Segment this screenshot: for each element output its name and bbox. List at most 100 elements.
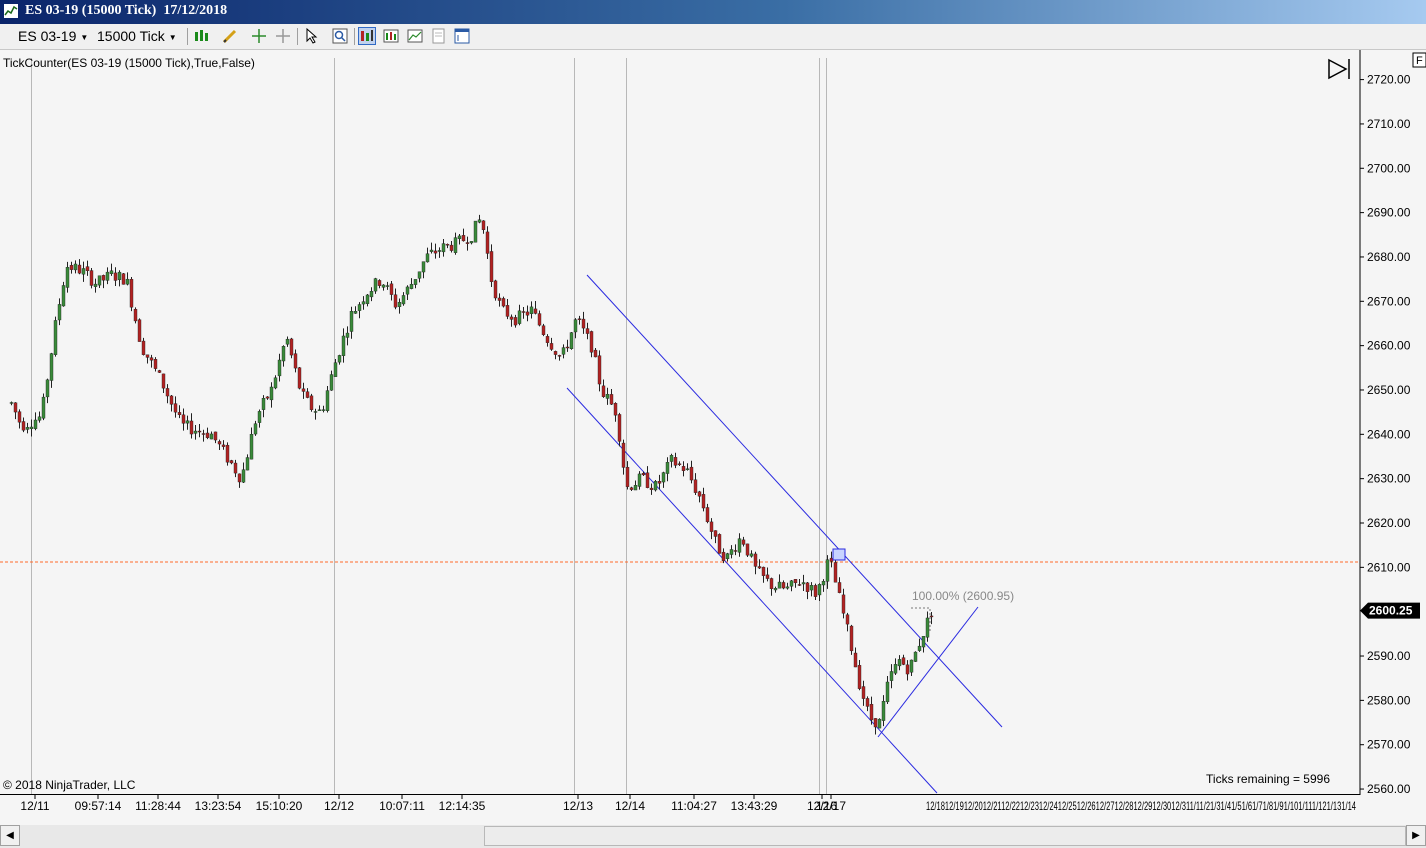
down-candle [533, 308, 538, 314]
chart-area[interactable]: 2720.00 2710.00 2700.00 2690.00 2680.00 2670.… [0, 50, 1426, 825]
indicator-label: TickCounter(ES 03-19 (15000 Tick),True,F… [3, 56, 255, 70]
up-candle [61, 285, 66, 307]
down-candle [293, 353, 298, 369]
down-candle [861, 686, 866, 699]
pointer-icon[interactable] [303, 27, 321, 45]
price-chart[interactable]: 2720.00 2710.00 2700.00 2690.00 2680.00 2670.… [0, 50, 1426, 825]
up-candle [369, 291, 374, 298]
down-candle [201, 433, 206, 435]
up-candle [441, 243, 446, 253]
down-candle [865, 698, 870, 707]
x-axis-future-labels: 12/1812/1912/2012/2112/2212/2312/2412/25… [926, 799, 1356, 813]
up-candle [65, 267, 70, 288]
interval-selector[interactable]: 15000 Tick ▼ [97, 28, 177, 45]
down-candle [465, 242, 470, 244]
down-candle [689, 466, 694, 481]
x-axis-label: 13:23:54 [195, 799, 242, 813]
down-candle [297, 367, 302, 389]
x-axis-label: 09:57:14 [75, 799, 122, 813]
down-candle [149, 357, 154, 361]
down-candle [797, 584, 802, 586]
scroll-left-button[interactable]: ◀ [0, 825, 20, 846]
templates-icon[interactable] [430, 27, 448, 45]
up-candle [725, 553, 730, 560]
up-candle [605, 394, 610, 399]
down-candle [793, 579, 798, 584]
up-candle [437, 250, 442, 252]
up-candle [73, 263, 78, 271]
up-candle [885, 681, 890, 703]
y-tick-label: 2560.00 [1367, 782, 1411, 796]
up-candle [405, 286, 410, 295]
up-candle [37, 416, 42, 421]
up-candle [429, 249, 434, 252]
down-candle [629, 487, 634, 490]
down-candle [501, 298, 506, 307]
up-candle [661, 472, 666, 483]
down-candle [781, 582, 786, 589]
toolbar-separator [187, 28, 188, 45]
down-candle [553, 351, 558, 355]
global-crosshair-icon[interactable] [274, 27, 292, 45]
crosshair-icon[interactable] [250, 27, 268, 45]
down-candle [229, 460, 234, 464]
down-candle [265, 396, 270, 399]
up-candle [397, 302, 402, 307]
up-candle [105, 271, 110, 281]
down-candle [101, 275, 106, 281]
down-candle [537, 313, 542, 326]
up-candle [285, 338, 290, 345]
x-axis-label: 12/14 [615, 799, 645, 813]
up-candle [665, 462, 670, 474]
horizontal-scrollbar[interactable]: ◀ ▶ [0, 825, 1426, 848]
strategy-icon[interactable] [358, 27, 376, 45]
bar-style-icon[interactable] [193, 27, 211, 45]
channel-anchor-handle[interactable] [832, 548, 846, 561]
down-candle [169, 395, 174, 405]
up-candle [921, 636, 926, 648]
down-candle [309, 395, 314, 410]
toolbar-separator [354, 28, 355, 45]
down-candle [237, 473, 242, 483]
down-candle [445, 244, 450, 246]
chart-properties-icon[interactable] [406, 27, 424, 45]
up-candle [45, 379, 50, 398]
down-candle [485, 231, 490, 254]
up-candle [669, 455, 674, 462]
up-candle [41, 396, 46, 419]
up-candle [381, 284, 386, 288]
up-candle [25, 427, 30, 430]
down-candle [141, 340, 146, 355]
instrument-selector[interactable]: ES 03-19 ▼ [18, 28, 88, 45]
down-candle [657, 481, 662, 484]
up-candle [749, 553, 754, 557]
y-tick-label: 2610.00 [1367, 560, 1411, 574]
up-candle [421, 261, 426, 273]
down-candle [901, 657, 906, 665]
zoom-icon[interactable] [331, 27, 349, 45]
down-candle [625, 466, 630, 487]
x-axis-label: 11:04:27 [671, 799, 717, 813]
y-tick-label: 2580.00 [1367, 693, 1411, 707]
up-candle [529, 306, 534, 314]
down-candle [833, 562, 838, 583]
down-candle [841, 594, 846, 614]
drawing-pencil-icon[interactable] [221, 27, 239, 45]
up-candle [653, 481, 658, 491]
scroll-right-button[interactable]: ▶ [1406, 825, 1426, 846]
down-candle [681, 466, 686, 471]
data-box-icon[interactable] [453, 27, 471, 45]
indicator-icon[interactable] [382, 27, 400, 45]
y-tick-label: 2680.00 [1367, 250, 1411, 264]
y-tick-label: 2570.00 [1367, 738, 1411, 752]
down-candle [13, 402, 18, 413]
up-candle [261, 398, 266, 410]
toolbar-separator [297, 28, 298, 45]
x-axis-label: 10:07:11 [379, 799, 425, 813]
scroll-thumb[interactable] [484, 826, 1406, 846]
down-candle [129, 278, 134, 308]
up-candle [785, 586, 790, 589]
up-candle [789, 580, 794, 587]
down-candle [137, 319, 142, 342]
down-candle [85, 266, 90, 271]
